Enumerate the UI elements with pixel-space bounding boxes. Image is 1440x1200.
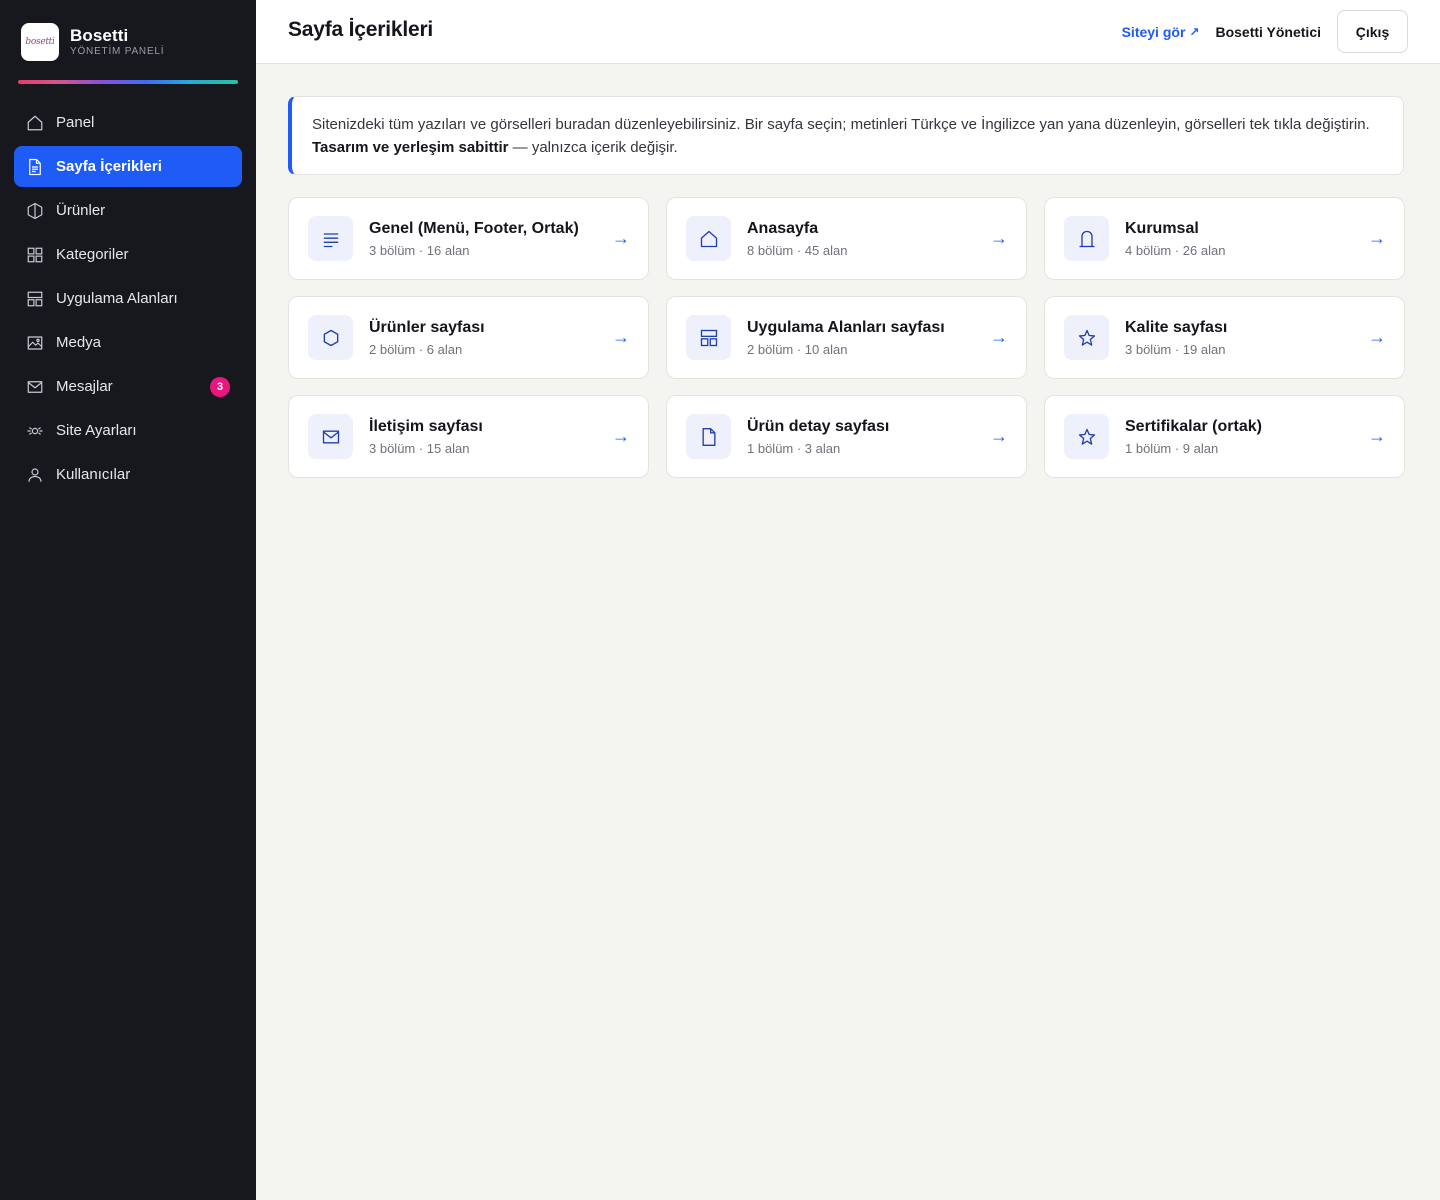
- brand-gradient-bar: [18, 80, 238, 84]
- unread-count-badge: 3: [210, 376, 230, 397]
- sidebar-item-label: Mesajlar: [56, 378, 113, 395]
- page-card-genel[interactable]: Genel (Menü, Footer, Ortak) 3 bölüm · 16…: [288, 197, 649, 280]
- card-meta: 1 bölüm · 3 alan: [747, 440, 841, 456]
- card-title: Genel (Menü, Footer, Ortak): [369, 219, 579, 237]
- page-card-kurumsal[interactable]: Kurumsal 4 bölüm · 26 alan →: [1044, 197, 1405, 280]
- view-site-link[interactable]: Siteyi gör ↗: [1122, 24, 1200, 40]
- card-meta: 2 bölüm · 10 alan: [747, 341, 848, 357]
- brand-subtitle: YÖNETİM PANELİ: [70, 45, 165, 57]
- arrow-right-icon: →: [990, 228, 1008, 248]
- arrow-right-icon: →: [990, 426, 1008, 446]
- sidebar-item-uygulama-alanlari[interactable]: Uygulama Alanları: [14, 278, 242, 319]
- card-title: Uygulama Alanları sayfası: [747, 318, 945, 336]
- sidebar-item-sayfa-icerikleri[interactable]: Sayfa İçerikleri: [14, 146, 242, 187]
- sidebar-item-label: Kullanıcılar: [56, 466, 131, 483]
- brand[interactable]: bosetti Bosetti YÖNETİM PANELİ: [0, 0, 256, 62]
- page-card-urunler[interactable]: Ürünler sayfası 2 bölüm · 6 alan →: [288, 296, 649, 379]
- sidebar-item-label: Medya: [56, 334, 102, 351]
- sidebar-item-mesajlar[interactable]: Mesajlar 3: [14, 366, 242, 407]
- mail-icon: [26, 378, 44, 396]
- sidebar: bosetti Bosetti YÖNETİM PANELİ Panel Say…: [0, 0, 256, 1200]
- card-meta: 3 bölüm · 15 alan: [369, 440, 470, 456]
- building-icon: [1064, 216, 1109, 261]
- sidebar-item-label: Uygulama Alanları: [56, 290, 178, 307]
- card-title: Ürün detay sayfası: [747, 417, 890, 435]
- arrow-right-icon: →: [1368, 228, 1386, 248]
- info-notice: Sitenizdeki tüm yazıları ve görselleri b…: [288, 96, 1404, 175]
- sidebar-item-medya[interactable]: Medya: [14, 322, 242, 363]
- sidebar-item-panel[interactable]: Panel: [14, 102, 242, 143]
- page-card-uygulama-alanlari[interactable]: Uygulama Alanları sayfası 2 bölüm · 10 a…: [666, 296, 1027, 379]
- logout-button[interactable]: Çıkış: [1337, 10, 1408, 53]
- sidebar-item-kullanicilar[interactable]: Kullanıcılar: [14, 454, 242, 495]
- star-icon: [1064, 315, 1109, 360]
- star-icon: [1064, 414, 1109, 459]
- sidebar-item-site-ayarlari[interactable]: Site Ayarları: [14, 410, 242, 451]
- brand-logo-text: bosetti: [25, 37, 55, 47]
- layout-icon: [26, 290, 44, 308]
- hexagon-icon: [308, 315, 353, 360]
- sidebar-item-kategoriler[interactable]: Kategoriler: [14, 234, 242, 275]
- user-icon: [26, 466, 44, 484]
- page-card-sertifikalar[interactable]: Sertifikalar (ortak) 1 bölüm · 9 alan →: [1044, 395, 1405, 478]
- card-meta: 1 bölüm · 9 alan: [1125, 440, 1219, 456]
- file-icon: [686, 414, 731, 459]
- sidebar-nav: Panel Sayfa İçerikleri Ürünler Kategoril…: [14, 102, 242, 498]
- card-meta: 4 bölüm · 26 alan: [1125, 242, 1226, 258]
- page-card-urun-detay[interactable]: Ürün detay sayfası 1 bölüm · 3 alan →: [666, 395, 1027, 478]
- view-site-label: Siteyi gör: [1121, 23, 1186, 40]
- sidebar-item-label: Site Ayarları: [56, 422, 137, 439]
- sidebar-item-urunler[interactable]: Ürünler: [14, 190, 242, 231]
- arrow-right-icon: →: [612, 327, 630, 347]
- mail-icon: [308, 414, 353, 459]
- document-icon: [26, 158, 44, 176]
- arrow-right-icon: →: [1368, 327, 1386, 347]
- current-user-name: Bosetti Yönetici: [1215, 23, 1321, 40]
- card-title: Sertifikalar (ortak): [1125, 417, 1262, 435]
- home-icon: [26, 114, 44, 132]
- page-card-iletisim[interactable]: İletişim sayfası 3 bölüm · 15 alan →: [288, 395, 649, 478]
- brand-name: Bosetti: [70, 25, 129, 45]
- lines-icon: [308, 216, 353, 261]
- sidebar-item-label: Kategoriler: [56, 246, 129, 263]
- info-text-end: — yalnızca içerik değişir.: [508, 139, 678, 156]
- arrow-right-icon: →: [1368, 426, 1386, 446]
- grid-icon: [26, 246, 44, 264]
- image-icon: [26, 334, 44, 352]
- arrow-right-icon: →: [612, 228, 630, 248]
- sidebar-item-label: Sayfa İçerikleri: [56, 158, 162, 175]
- page-card-kalite[interactable]: Kalite sayfası 3 bölüm · 19 alan →: [1044, 296, 1405, 379]
- card-title: Kalite sayfası: [1125, 318, 1228, 336]
- card-meta: 3 bölüm · 19 alan: [1125, 341, 1226, 357]
- page-card-grid: Genel (Menü, Footer, Ortak) 3 bölüm · 16…: [288, 197, 1405, 478]
- page-card-anasayfa[interactable]: Anasayfa 8 bölüm · 45 alan →: [666, 197, 1027, 280]
- arrow-right-icon: →: [612, 426, 630, 446]
- info-bold-text: Tasarım ve yerleşim sabittir: [312, 139, 509, 156]
- home-icon: [686, 216, 731, 261]
- top-header: Sayfa İçerikleri Siteyi gör ↗ Bosetti Yö…: [256, 0, 1440, 64]
- page-title: Sayfa İçerikleri: [288, 18, 434, 41]
- layout-icon: [686, 315, 731, 360]
- card-title: İletişim sayfası: [369, 417, 483, 435]
- card-title: Kurumsal: [1125, 219, 1199, 237]
- card-meta: 3 bölüm · 16 alan: [369, 242, 470, 258]
- card-meta: 8 bölüm · 45 alan: [747, 242, 848, 258]
- settings-icon: [26, 422, 44, 440]
- card-meta: 2 bölüm · 6 alan: [369, 341, 463, 357]
- info-text: Sitenizdeki tüm yazıları ve görselleri b…: [312, 116, 1370, 133]
- sidebar-item-label: Ürünler: [56, 202, 106, 219]
- external-link-icon: ↗: [1189, 24, 1200, 39]
- card-title: Anasayfa: [747, 219, 819, 237]
- brand-logo: bosetti: [21, 23, 59, 61]
- arrow-right-icon: →: [990, 327, 1008, 347]
- card-title: Ürünler sayfası: [369, 318, 485, 336]
- cube-icon: [26, 202, 44, 220]
- sidebar-item-label: Panel: [56, 114, 95, 131]
